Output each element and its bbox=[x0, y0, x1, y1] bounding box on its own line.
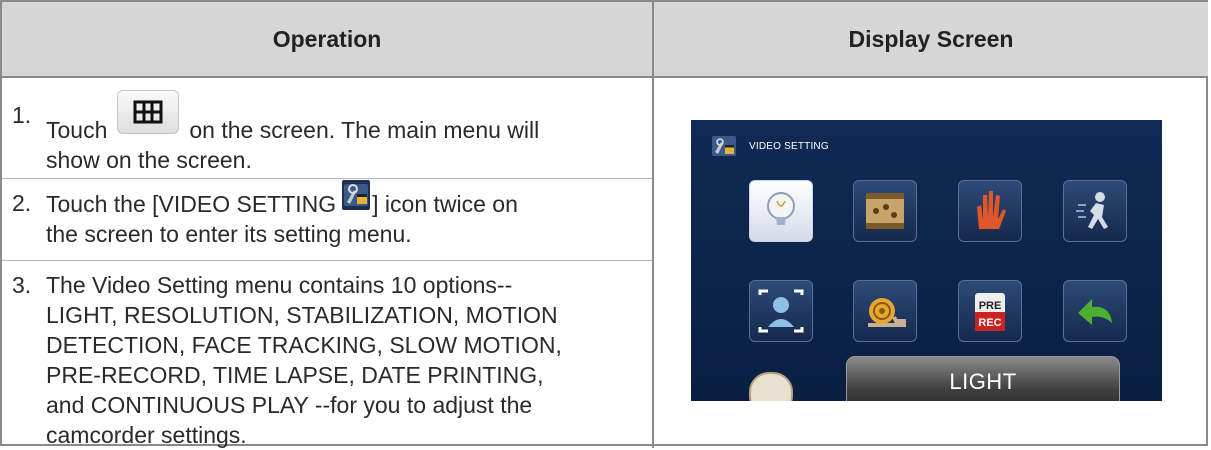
step-text: Touch on the screen. The main menu will s… bbox=[46, 90, 646, 175]
step-text-part: Touch the [VIDEO SETTING bbox=[46, 191, 337, 217]
selected-option-popup: LIGHT bbox=[846, 356, 1120, 401]
step-text-line: LIGHT, RESOLUTION, STABILIZATION, MOTION bbox=[46, 302, 558, 328]
video-setting-icon bbox=[342, 180, 371, 210]
step-text-line: and CONTINUOUS PLAY --for you to adjust … bbox=[46, 392, 533, 418]
column-divider bbox=[652, 2, 654, 448]
step-text-line: DETECTION, FACE TRACKING, SLOW MOTION, bbox=[46, 332, 562, 358]
face-tracking-icon[interactable] bbox=[749, 280, 813, 342]
step-text-line: PRE-RECORD, TIME LAPSE, DATE PRINTING, bbox=[46, 362, 544, 388]
step-number: 3. bbox=[12, 272, 32, 298]
time-lapse-icon[interactable] bbox=[749, 372, 793, 401]
step-text: The Video Setting menu contains 10 optio… bbox=[46, 270, 646, 450]
light-bulb-icon[interactable] bbox=[749, 180, 813, 242]
motion-detection-icon[interactable] bbox=[1063, 180, 1127, 242]
operation-steps: 1. Touch on the screen. The main menu wil… bbox=[2, 78, 652, 448]
step-text: Touch the [VIDEO SETTING] icon twice on … bbox=[46, 180, 646, 249]
step-text-line: The Video Setting menu contains 10 optio… bbox=[46, 272, 513, 298]
display-screen-header: Display Screen bbox=[654, 2, 1208, 76]
step-text-line: show on the screen. bbox=[46, 147, 252, 173]
grid-menu-icon bbox=[117, 90, 180, 134]
step-text-part: Touch bbox=[46, 117, 108, 143]
pre-label: PRE bbox=[979, 300, 1002, 312]
step-text-part: ] icon twice on bbox=[372, 191, 518, 217]
pre-record-icon[interactable]: PRE REC bbox=[958, 280, 1022, 342]
row-separator bbox=[2, 178, 652, 179]
operation-header: Operation bbox=[2, 2, 652, 76]
selected-option-label: LIGHT bbox=[949, 369, 1017, 394]
step-text-line: camcorder settings. bbox=[46, 422, 247, 448]
row-separator bbox=[2, 260, 652, 261]
back-arrow-icon[interactable] bbox=[1063, 280, 1127, 342]
screen-title: VIDEO SETTING bbox=[749, 141, 829, 152]
step-number: 1. bbox=[12, 102, 32, 128]
step-number: 2. bbox=[12, 190, 32, 216]
resolution-icon[interactable] bbox=[853, 180, 917, 242]
slow-motion-snail-icon[interactable] bbox=[853, 280, 917, 342]
stabilization-hand-icon[interactable] bbox=[958, 180, 1022, 242]
rec-label: REC bbox=[978, 317, 1001, 329]
video-setting-icon bbox=[712, 136, 736, 156]
instruction-table: Operation Display Screen 1. Touch on the … bbox=[0, 0, 1208, 448]
step-text-part: on the screen. The main menu will bbox=[189, 117, 540, 143]
step-text-line: the screen to enter its setting menu. bbox=[46, 221, 412, 247]
video-setting-screen: VIDEO SETTING PRE REC LIGHT bbox=[691, 120, 1162, 401]
